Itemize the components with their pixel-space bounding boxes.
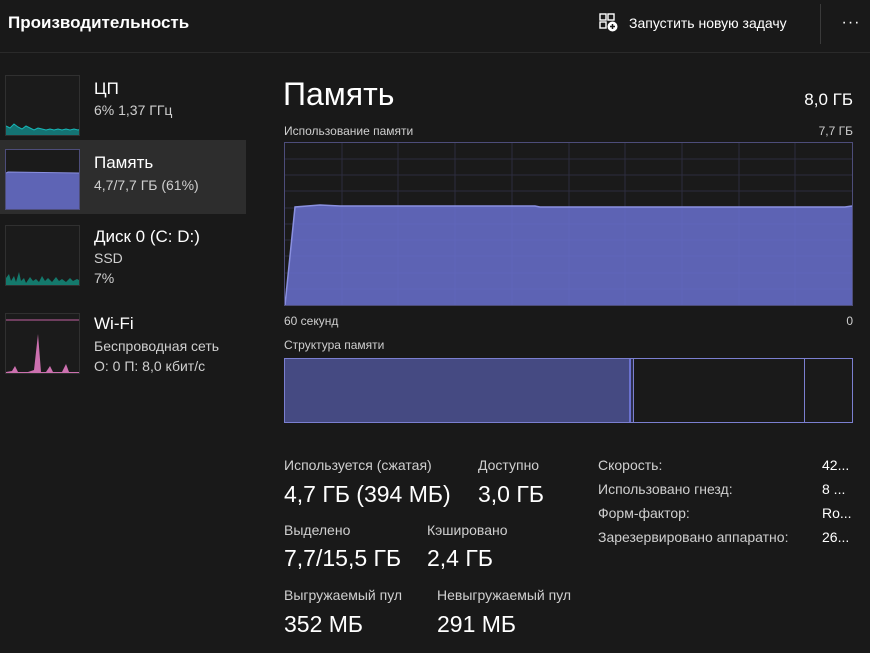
memory-usage-text: 4,7/7,7 ГБ (61%) [94,177,199,193]
memory-thumbnail-graph [5,149,80,210]
cached-value: 2,4 ГБ [427,545,493,571]
page-title: Производительность [8,13,190,32]
memory-title: Память [283,76,395,112]
paged-pool-value: 352 МБ [284,611,364,637]
spec-reserved-value: 26... [822,529,850,545]
cached-label: Кэшировано [427,522,508,538]
cpu-thumbnail-graph [5,75,80,136]
structure-divider [804,359,805,422]
more-options-icon[interactable]: ··· [838,12,864,34]
cpu-usage-text: 6% 1,37 ГГц [94,102,173,118]
header-divider [820,4,821,44]
committed-label: Выделено [284,522,351,538]
structure-in-use [285,359,629,422]
spec-speed-value: 42... [822,457,850,473]
memory-structure-label: Структура памяти [284,338,385,352]
sidebar-item-disk[interactable]: Диск 0 (C: D:) SSD 7% [0,214,246,288]
sidebar-item-label: Wi-Fi [94,314,134,333]
graph-time-end: 0 [846,314,853,328]
wifi-throughput-text: О: 0 П: 8,0 кбит/с [94,358,206,374]
graph-time-start: 60 секунд [284,314,339,328]
nonpaged-pool-value: 291 МБ [437,611,517,637]
disk-type-text: SSD [94,250,123,266]
sidebar-item-label: ЦП [94,79,119,98]
sidebar-item-cpu[interactable]: ЦП 6% 1,37 ГГц [0,66,246,140]
available-label: Доступно [478,457,540,473]
sidebar-item-label: Диск 0 (C: D:) [94,227,200,246]
in-use-value: 4,7 ГБ (394 МБ) [284,481,451,507]
sidebar-item-label: Память [94,153,154,172]
wifi-thumbnail-graph [5,313,80,374]
committed-value: 7,7/15,5 ГБ [284,545,402,571]
memory-total: 8,0 ГБ [804,90,853,109]
run-new-task-button[interactable]: Запустить новую задачу [598,10,787,36]
structure-standby-edge [631,359,634,422]
usage-graph-label: Использование памяти [284,124,414,138]
spec-speed-label: Скорость: [598,457,663,473]
spec-slots-value: 8 ... [822,481,846,497]
header-bar: Производительность Запустить новую задач… [0,0,870,48]
run-new-task-label: Запустить новую задачу [629,15,787,31]
spec-form-factor-label: Форм-фактор: [598,505,690,521]
memory-usage-graph [284,142,853,306]
paged-pool-label: Выгружаемый пул [284,587,403,603]
spec-slots-label: Использовано гнезд: [598,481,733,497]
disk-usage-text: 7% [94,270,115,286]
header-separator [0,52,870,53]
available-value: 3,0 ГБ [478,481,544,507]
memory-structure-bar [284,358,853,423]
in-use-label: Используется (сжатая) [284,457,432,473]
usage-graph-max: 7,7 ГБ [818,124,853,138]
sidebar-item-wifi[interactable]: Wi-Fi Беспроводная сеть О: 0 П: 8,0 кбит… [0,300,246,374]
sidebar-item-memory[interactable]: Память 4,7/7,7 ГБ (61%) [0,140,246,214]
nonpaged-pool-label: Невыгружаемый пул [437,587,572,603]
disk-thumbnail-graph [5,225,80,286]
spec-form-factor-value: Ro... [822,505,852,521]
spec-reserved-label: Зарезервировано аппаратно: [598,529,789,545]
new-task-icon [599,13,618,32]
wifi-type-text: Беспроводная сеть [94,338,220,354]
